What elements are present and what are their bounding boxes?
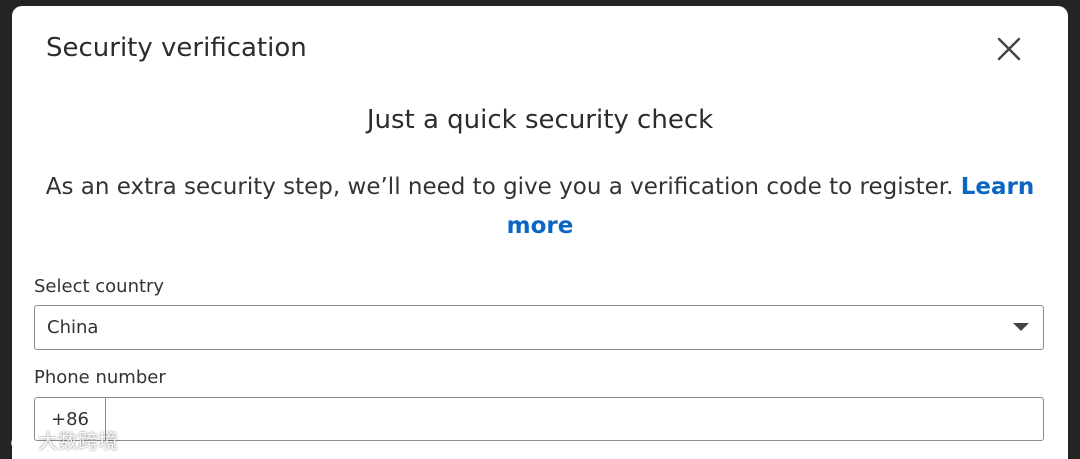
phone-field: +86 <box>34 397 1044 441</box>
country-label: Select country <box>34 276 165 297</box>
description-text: As an extra security step, we’ll need to… <box>45 174 954 200</box>
country-select[interactable]: China <box>34 305 1044 350</box>
security-verification-dialog: Security verification Just a quick secur… <box>12 6 1068 459</box>
close-button[interactable] <box>992 32 1026 66</box>
close-icon <box>997 37 1021 61</box>
chevron-down-icon <box>1013 323 1029 331</box>
phone-number-input[interactable] <box>106 398 1043 440</box>
country-code: +86 <box>35 398 106 440</box>
country-selected-value: China <box>47 317 99 338</box>
screen: Security verification Just a quick secur… <box>0 0 1080 459</box>
dialog-title: Security verification <box>46 33 307 63</box>
dialog-description: As an extra security step, we’ll need to… <box>40 168 1040 246</box>
dialog-heading: Just a quick security check <box>366 105 714 135</box>
phone-label: Phone number <box>34 367 166 388</box>
